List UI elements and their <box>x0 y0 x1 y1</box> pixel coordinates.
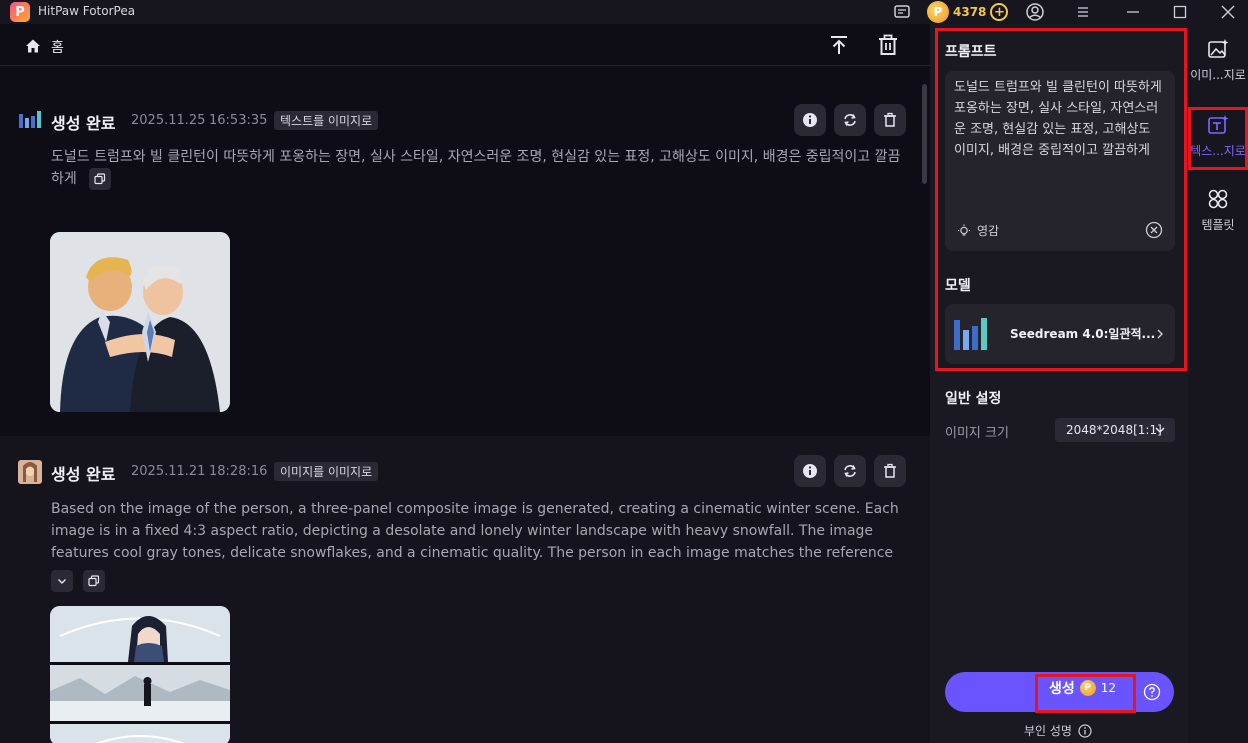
coin-icon: P <box>1079 680 1096 696</box>
coin-icon: P <box>927 1 949 23</box>
maximize-icon[interactable] <box>1170 2 1190 22</box>
home-icon[interactable] <box>25 38 41 54</box>
menu-icon[interactable] <box>1073 2 1093 22</box>
disclaimer-label: 부인 성명 <box>1024 724 1072 738</box>
trash-icon <box>884 112 896 127</box>
general-settings-title: 일반 설정 <box>945 391 1002 407</box>
add-coins-button[interactable]: + <box>990 3 1009 21</box>
rail-item-templates[interactable]: 템플릿 <box>1188 184 1248 240</box>
regenerate-button[interactable] <box>834 455 866 487</box>
scrollbar[interactable] <box>922 84 927 184</box>
lightbulb-icon <box>958 224 970 236</box>
text-to-image-type-icon <box>18 109 42 131</box>
model-logo-icon <box>953 316 997 352</box>
model-name: Seedream 4.0:일관적... <box>1010 327 1156 341</box>
delete-button[interactable] <box>874 104 906 136</box>
image-size-label: 이미지 크기 <box>945 426 1009 441</box>
regenerate-button[interactable] <box>834 104 866 136</box>
card-date: 2025.11.21 <box>131 464 206 479</box>
close-icon[interactable] <box>1218 2 1238 22</box>
account-icon[interactable] <box>1025 2 1045 22</box>
card-status: 생성 완료 <box>51 465 116 484</box>
model-title: 모델 <box>945 278 971 294</box>
settings-panel: 프롬프트 도널드 트럼프와 빌 클린턴이 따뜻하게 포옹하는 장면, 실사 스타… <box>930 24 1188 743</box>
feedback-icon[interactable] <box>892 2 912 22</box>
rail-label: 이미...지로 <box>1190 68 1246 82</box>
home-link[interactable]: 홈 <box>51 37 64 57</box>
generate-cost: 12 <box>1100 681 1117 695</box>
inspiration-label: 영감 <box>977 224 1000 238</box>
card-status: 생성 완료 <box>51 114 116 133</box>
info-icon <box>803 113 817 127</box>
info-button[interactable] <box>794 455 826 487</box>
breadcrumb: 홈 <box>0 24 930 66</box>
prompt-title: 프롬프트 <box>945 44 997 60</box>
template-icon <box>1207 188 1229 210</box>
copy-button[interactable] <box>89 168 112 190</box>
history-card: 생성 완료 2025.11.25 16:53:35 텍스트를 이미지로 도널드 … <box>0 66 930 436</box>
rail-item-image-to-image[interactable]: 이미...지로 <box>1188 34 1248 90</box>
generate-label: 생성 <box>1049 681 1075 697</box>
delete-all-icon[interactable] <box>877 34 899 56</box>
rail-item-text-to-image[interactable]: 텍스...지로 <box>1188 110 1248 166</box>
card-prompt-text: 도널드 트럼프와 빌 클린턴이 따뜻하게 포옹하는 장면, 실사 스타일, 자연… <box>51 149 901 187</box>
app-logo-icon: P <box>10 2 30 22</box>
coin-count: 4378 <box>953 5 987 19</box>
clear-prompt-icon[interactable] <box>1145 221 1163 239</box>
trash-icon <box>884 463 896 478</box>
history-area: 홈 생성 완료 2025.11.25 16:53:35 텍스트를 이미지로 도널… <box>0 24 930 743</box>
refresh-icon <box>844 114 856 126</box>
generated-image[interactable] <box>50 232 230 412</box>
card-time: 16:53:35 <box>209 113 268 128</box>
rail-label: 텍스...지로 <box>1190 144 1246 158</box>
info-button[interactable] <box>794 104 826 136</box>
copy-button[interactable] <box>83 570 105 592</box>
card-prompt: 도널드 트럼프와 빌 클린턴이 따뜻하게 포옹하는 장면, 실사 스타일, 자연… <box>51 146 911 190</box>
image-to-image-type-icon <box>18 460 42 484</box>
card-prompt: Based on the image of the person, a thre… <box>51 501 899 561</box>
copy-icon <box>94 173 106 185</box>
info-outline-icon <box>1078 723 1092 738</box>
card-type-tag: 텍스트를 이미지로 <box>274 111 379 130</box>
prompt-input[interactable]: 도널드 트럼프와 빌 클린턴이 따뜻하게 포옹하는 장면, 실사 스타일, 자연… <box>945 71 1175 251</box>
rail-label: 템플릿 <box>1201 218 1235 232</box>
coin-balance[interactable]: P 4378 + <box>927 0 1009 24</box>
upload-icon[interactable] <box>828 34 850 56</box>
text-to-image-icon <box>1207 114 1229 136</box>
history-card: 생성 완료 2025.11.21 18:28:16 이미지를 이미지로 Base… <box>0 436 930 743</box>
generate-button[interactable]: 생성 P 12 <box>945 672 1174 712</box>
minimize-icon[interactable] <box>1123 2 1143 22</box>
image-size-value: 2048*2048[1:1] <box>1066 423 1162 437</box>
generate-button-content: 생성 P 12 <box>1049 678 1116 698</box>
chevron-down-icon <box>58 579 66 584</box>
feature-rail: 이미...지로 텍스...지로 템플릿 <box>1188 24 1248 743</box>
image-size-select[interactable]: 2048*2048[1:1] <box>1055 418 1175 442</box>
delete-button[interactable] <box>874 455 906 487</box>
chevron-right-icon <box>1153 326 1167 340</box>
info-icon <box>803 464 817 478</box>
chevron-down-icon <box>1153 423 1167 437</box>
copy-icon <box>88 575 100 587</box>
generated-image[interactable] <box>50 606 230 743</box>
disclaimer-link[interactable]: 부인 성명 <box>1024 722 1092 739</box>
inspiration-button[interactable]: 영감 <box>957 222 999 239</box>
card-time: 18:28:16 <box>209 464 268 479</box>
prompt-input-text[interactable]: 도널드 트럼프와 빌 클린턴이 따뜻하게 포옹하는 장면, 실사 스타일, 자연… <box>954 77 1166 161</box>
card-date: 2025.11.25 <box>131 113 206 128</box>
card-type-tag: 이미지를 이미지로 <box>274 462 379 481</box>
app-title: HitPaw FotorPea <box>38 4 136 18</box>
model-selector[interactable]: Seedream 4.0:일관적... <box>945 304 1175 364</box>
image-sparkle-icon <box>1207 38 1229 60</box>
refresh-icon <box>844 465 856 477</box>
help-icon[interactable] <box>1143 683 1161 701</box>
title-bar: P HitPaw FotorPea P 4378 + <box>0 0 1248 24</box>
expand-button[interactable] <box>51 570 73 592</box>
